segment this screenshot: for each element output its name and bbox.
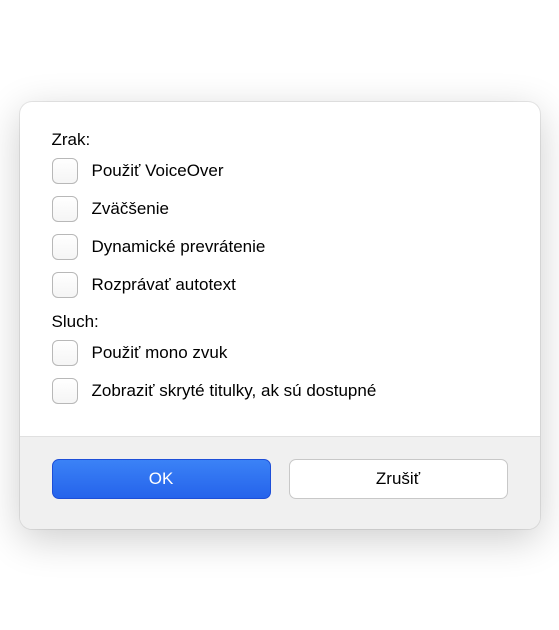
checkbox-row-voiceover: Použiť VoiceOver <box>52 158 508 184</box>
checkbox-label-mono-audio[interactable]: Použiť mono zvuk <box>92 343 228 363</box>
cancel-button[interactable]: Zrušiť <box>289 459 508 499</box>
vision-section-label: Zrak: <box>52 130 508 150</box>
checkbox-mono-audio[interactable] <box>52 340 78 366</box>
ok-button[interactable]: OK <box>52 459 271 499</box>
dialog-footer: OK Zrušiť <box>20 436 540 529</box>
checkbox-row-dynamic-flip: Dynamické prevrátenie <box>52 234 508 260</box>
checkbox-voiceover[interactable] <box>52 158 78 184</box>
hearing-section-label: Sluch: <box>52 312 508 332</box>
checkbox-label-zoom[interactable]: Zväčšenie <box>92 199 169 219</box>
dialog-content: Zrak: Použiť VoiceOver Zväčšenie Dynamic… <box>20 102 540 436</box>
checkbox-speak-autotext[interactable] <box>52 272 78 298</box>
checkbox-closed-captions[interactable] <box>52 378 78 404</box>
checkbox-row-mono-audio: Použiť mono zvuk <box>52 340 508 366</box>
checkbox-label-closed-captions[interactable]: Zobraziť skryté titulky, ak sú dostupné <box>92 381 377 401</box>
checkbox-dynamic-flip[interactable] <box>52 234 78 260</box>
checkbox-row-speak-autotext: Rozprávať autotext <box>52 272 508 298</box>
accessibility-dialog: Zrak: Použiť VoiceOver Zväčšenie Dynamic… <box>20 102 540 529</box>
checkbox-label-dynamic-flip[interactable]: Dynamické prevrátenie <box>92 237 266 257</box>
checkbox-label-voiceover[interactable]: Použiť VoiceOver <box>92 161 224 181</box>
checkbox-label-speak-autotext[interactable]: Rozprávať autotext <box>92 275 236 295</box>
checkbox-zoom[interactable] <box>52 196 78 222</box>
checkbox-row-closed-captions: Zobraziť skryté titulky, ak sú dostupné <box>52 378 508 404</box>
checkbox-row-zoom: Zväčšenie <box>52 196 508 222</box>
